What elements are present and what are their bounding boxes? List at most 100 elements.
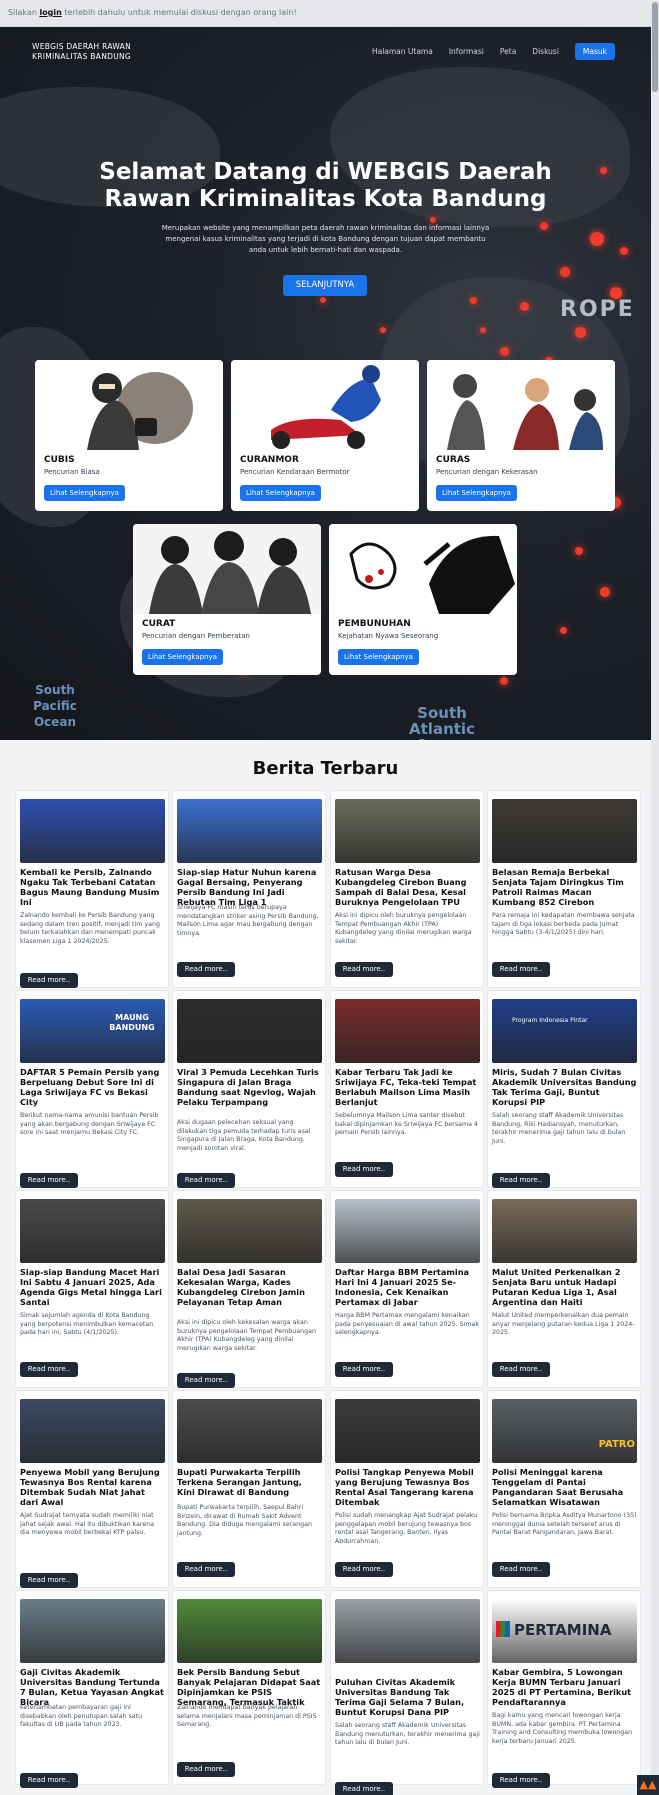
read-more-button[interactable]: Read more.. — [177, 1173, 235, 1188]
news-card: Malut United Perkenalkan 2 Senjata Baru … — [487, 1190, 641, 1388]
news-thumbnail[interactable] — [335, 1599, 480, 1663]
news-card: Program Indonesia Pintar Miris, Sudah 7 B… — [487, 990, 641, 1188]
card-details-button[interactable]: Lihat Selengkapnya — [338, 649, 419, 665]
news-thumbnail[interactable] — [177, 799, 322, 863]
card-details-button[interactable]: Lihat Selengkapnya — [240, 485, 321, 501]
news-title[interactable]: Miris, Sudah 7 Bulan Civitas Akademik Un… — [492, 1067, 637, 1107]
read-more-button[interactable]: Read more.. — [492, 1173, 550, 1188]
motorcycle-thief-illustration — [231, 360, 419, 450]
nav-link-home[interactable]: Halaman Utama — [372, 47, 433, 56]
news-summary: Aksi ini dipicu oleh kekesalan warga aka… — [177, 1319, 316, 1352]
card-details-button[interactable]: Lihat Selengkapnya — [142, 649, 223, 665]
category-card-curanmor: CURANMOR Pencurian Kendaraan Bermotor Li… — [231, 360, 419, 511]
read-more-button[interactable]: Read more.. — [20, 973, 78, 988]
read-more-button[interactable]: Read more.. — [177, 1562, 235, 1577]
news-thumbnail[interactable] — [492, 799, 637, 863]
card-details-button[interactable]: Lihat Selengkapnya — [436, 485, 517, 501]
news-thumbnail[interactable] — [335, 1399, 480, 1463]
scrollbar-thumb[interactable] — [652, 2, 658, 92]
news-title[interactable]: Siap-siap Bandung Macet Hari Ini Sabtu 4… — [20, 1267, 165, 1307]
news-title[interactable]: Penyewa Mobil yang Berujung Tewasnya Bos… — [20, 1467, 165, 1507]
news-title[interactable]: Daftar Harga BBM Pertamina Hari Ini 4 Ja… — [335, 1267, 480, 1307]
nav-link-map[interactable]: Peta — [500, 47, 516, 56]
hotspot-marker — [480, 327, 486, 333]
brand-logo[interactable]: WEBGIS DAERAH RAWAN KRIMINALITAS BANDUNG — [32, 42, 131, 62]
news-thumbnail[interactable]: PERTAMINA — [492, 1599, 637, 1663]
news-thumbnail[interactable] — [20, 1399, 165, 1463]
news-title[interactable]: Kabar Gembira, 5 Lowongan Kerja BUMN Ter… — [492, 1667, 637, 1707]
read-more-button[interactable]: Read more.. — [177, 962, 235, 977]
read-more-button[interactable]: Read more.. — [492, 1562, 550, 1577]
read-more-button[interactable]: Read more.. — [492, 1773, 550, 1788]
card-details-button[interactable]: Lihat Selengkapnya — [44, 485, 125, 501]
news-title[interactable]: Siap-siap Hatur Nuhun karena Gagal Bersa… — [177, 867, 322, 907]
news-card: Bupati Purwakarta Terpilih Terkena Seran… — [172, 1390, 326, 1588]
news-title[interactable]: Polisi Meninggal karena Tenggelam di Pan… — [492, 1467, 637, 1507]
nav-link-info[interactable]: Informasi — [449, 47, 484, 56]
read-more-button[interactable]: Read more.. — [335, 1562, 393, 1577]
read-more-button[interactable]: Read more.. — [20, 1173, 78, 1188]
news-title[interactable]: Bek Persib Bandung Sebut Banyak Pelajara… — [177, 1667, 322, 1707]
news-card: Kembali ke Persib, Zalnando Ngaku Tak Te… — [15, 790, 169, 988]
map-label-pacific: South Pacific Ocean — [33, 683, 77, 729]
hotspot-marker — [560, 267, 570, 277]
maung-badge: MAUNG BANDUNG — [109, 1013, 155, 1032]
news-title[interactable]: Ratusan Warga Desa Kubangdeleg Cirebon B… — [335, 867, 480, 907]
news-thumbnail[interactable] — [335, 999, 480, 1063]
news-summary: Berikut nama-nama amunisi bantuan Persib… — [20, 1112, 159, 1137]
news-thumbnail[interactable] — [335, 1199, 480, 1263]
news-thumbnail[interactable] — [177, 1399, 322, 1463]
read-more-button[interactable]: Read more.. — [492, 1362, 550, 1377]
read-more-button[interactable]: Read more.. — [20, 1573, 78, 1588]
news-title[interactable]: Bupati Purwakarta Terpilih Terkena Seran… — [177, 1467, 322, 1497]
read-more-button[interactable]: Read more.. — [177, 1373, 235, 1388]
read-more-button[interactable]: Read more.. — [335, 1162, 393, 1177]
login-button[interactable]: Masuk — [574, 43, 615, 60]
news-thumbnail[interactable] — [20, 799, 165, 863]
scroll-to-top-icon[interactable]: ▲▲ — [637, 1775, 659, 1795]
news-title[interactable]: Balai Desa Jadi Sasaran Kekesalan Warga,… — [177, 1267, 322, 1307]
login-link[interactable]: login — [39, 8, 61, 17]
card-subtitle: Pencurian dengan Pemberatan — [142, 632, 250, 640]
news-title[interactable]: Kembali ke Persib, Zalnando Ngaku Tak Te… — [20, 867, 165, 907]
hotspot-marker — [320, 297, 326, 303]
read-more-button[interactable]: Read more.. — [20, 1362, 78, 1377]
news-title[interactable]: Viral 3 Pemuda Lecehkan Turis Singapura … — [177, 1067, 322, 1107]
news-thumbnail[interactable] — [20, 1599, 165, 1663]
news-title[interactable]: Malut United Perkenalkan 2 Senjata Baru … — [492, 1267, 637, 1307]
news-thumbnail[interactable] — [335, 799, 480, 863]
hero-section: ROPE South Pacific Ocean South Atlantic … — [0, 27, 651, 740]
read-more-button[interactable]: Read more.. — [177, 1762, 235, 1777]
news-thumbnail[interactable] — [177, 1599, 322, 1663]
read-more-button[interactable]: Read more.. — [492, 962, 550, 977]
news-title[interactable]: DAFTAR 5 Pemain Persib yang Berpeluang D… — [20, 1067, 165, 1107]
news-title[interactable]: Kabar Terbaru Tak Jadi ke Sriwijaya FC, … — [335, 1067, 480, 1107]
news-summary: Bupati Purwakarta terpilih, Saepul Bahri… — [177, 1504, 312, 1537]
read-more-button[interactable]: Read more.. — [20, 1773, 78, 1788]
news-title[interactable]: Belasan Remaja Berbekal Senjata Tajam Di… — [492, 867, 637, 907]
navbar: WEBGIS DAERAH RAWAN KRIMINALITAS BANDUNG… — [0, 27, 651, 72]
murder-illustration — [329, 524, 517, 614]
news-title[interactable]: Puluhan Civitas Akademik Universitas Ban… — [335, 1677, 480, 1717]
next-button[interactable]: SELANJUTNYA — [283, 275, 367, 296]
scrollbar[interactable] — [651, 0, 659, 1795]
news-thumbnail[interactable] — [492, 1199, 637, 1263]
news-thumbnail[interactable]: PATRO — [492, 1399, 637, 1463]
news-title[interactable]: Gaji Civitas Akademik Universitas Bandun… — [20, 1667, 165, 1707]
read-more-button[interactable]: Read more.. — [335, 1782, 393, 1795]
nav-links: Halaman Utama Informasi Peta Diskusi Mas… — [372, 43, 615, 60]
news-summary: Zalnando kembali ke Persib Bandung yang … — [20, 912, 160, 945]
read-more-button[interactable]: Read more.. — [335, 962, 393, 977]
news-thumbnail[interactable]: Program Indonesia Pintar — [492, 999, 637, 1063]
notice-suffix: terlebih dahulu untuk memulai diskusi de… — [61, 8, 297, 17]
read-more-button[interactable]: Read more.. — [335, 1362, 393, 1377]
news-thumbnail[interactable]: MAUNG BANDUNG — [20, 999, 165, 1063]
news-thumbnail[interactable] — [177, 1199, 322, 1263]
news-title[interactable]: Polisi Tangkap Penyewa Mobil yang Beruju… — [335, 1467, 480, 1507]
news-thumbnail[interactable] — [20, 1199, 165, 1263]
hotspot-marker — [620, 247, 628, 255]
news-thumbnail[interactable] — [177, 999, 322, 1063]
news-card: Puluhan Civitas Akademik Universitas Ban… — [330, 1590, 484, 1795]
program-banner-text: Program Indonesia Pintar — [512, 1017, 588, 1024]
nav-link-discussion[interactable]: Diskusi — [532, 47, 559, 56]
